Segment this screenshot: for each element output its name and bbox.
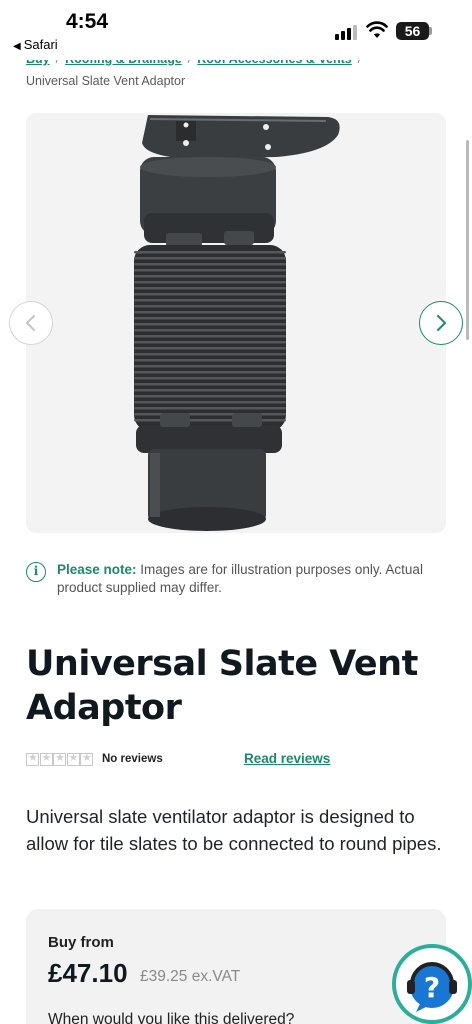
corrugation-ridge [134, 257, 286, 260]
corrugation-ridge [134, 275, 286, 278]
corrugation-ridge [134, 281, 286, 284]
back-to-app-button[interactable]: ◀ Safari [13, 37, 58, 52]
corrugation-ridge [134, 341, 286, 344]
price-inc-vat: £47.10 [48, 958, 128, 988]
corrugation-ridge [134, 389, 286, 392]
gallery-prev-button[interactable] [9, 301, 53, 345]
corrugation-ridge [134, 419, 286, 422]
corrugation-ridge [134, 293, 286, 296]
note-label: Please note: [57, 562, 137, 577]
corrugations [134, 245, 286, 431]
corrugation-ridge [134, 335, 286, 338]
info-icon: i [26, 562, 46, 582]
corrugation-ridge [134, 311, 286, 314]
star-icon [66, 751, 80, 766]
star-icon [53, 751, 66, 766]
corrugation-ridge [134, 329, 286, 332]
corrugation-ridge [134, 365, 286, 368]
svg-text:?: ? [424, 971, 440, 1004]
corrugation-ridge [134, 287, 286, 290]
corrugation-ridge [134, 263, 286, 266]
corrugation-ridge [134, 251, 286, 254]
reviews-count: No reviews [102, 753, 163, 765]
corrugation-ridge [134, 317, 286, 320]
buy-from-label: Buy from [48, 934, 114, 951]
corrugation-ridge [134, 305, 286, 308]
product-title: Universal Slate Vent Adaptor [26, 644, 418, 728]
corrugation-ridge [134, 395, 286, 398]
breadcrumb-current: Universal Slate Vent Adaptor [26, 74, 186, 88]
chevron-right-icon [437, 315, 446, 331]
reviews-row: No reviews Read reviews [26, 751, 446, 769]
illustration-note: i Please note: Images are for illustrati… [26, 561, 446, 597]
product-image-gallery[interactable] [26, 113, 446, 533]
read-reviews-link[interactable]: Read reviews [244, 751, 330, 766]
product-image [134, 115, 340, 531]
corrugation-ridge [134, 299, 286, 302]
corrugation-ridge [134, 377, 286, 380]
corrugation-ridge [134, 383, 286, 386]
back-triangle-icon: ◀ [13, 41, 21, 52]
product-description: Universal slate ventilator adaptor is de… [26, 806, 442, 854]
price-ex-vat: £39.25 ex.VAT [140, 968, 241, 985]
wifi-icon [366, 21, 388, 38]
star-icon [80, 751, 93, 766]
scroll-indicator [466, 140, 469, 340]
corrugation-ridge [134, 353, 286, 356]
star-rating [26, 751, 94, 766]
delivery-question: When would you like this delivered? [48, 1011, 295, 1024]
corrugation-ridge [134, 413, 286, 416]
battery-tip [429, 27, 432, 35]
corrugation-ridge [134, 347, 286, 350]
note-text: Please note: Images are for illustration… [57, 561, 446, 597]
chevron-left-icon [26, 315, 35, 331]
star-icon [39, 751, 53, 766]
corrugation-ridge [134, 323, 286, 326]
gallery-next-button[interactable] [419, 301, 463, 345]
corrugation-ridge [134, 401, 286, 404]
help-chat-button[interactable]: ? [392, 944, 472, 1024]
star-icon [26, 751, 39, 766]
corrugation-ridge [134, 359, 286, 362]
corrugation-ridge [134, 269, 286, 272]
corrugation-ridge [134, 407, 286, 410]
battery-indicator: 56 [396, 22, 429, 40]
support-headset-icon: ? [407, 962, 457, 1012]
status-bar: 4:54 ◀ Safari 56 [0, 0, 472, 60]
corrugation-ridge [134, 371, 286, 374]
back-app-label: Safari [23, 37, 58, 52]
price-card: Buy from £47.10 £39.25 ex.VAT When would… [26, 909, 446, 1024]
status-time: 4:54 [66, 10, 109, 33]
cellular-signal-icon [335, 24, 359, 40]
